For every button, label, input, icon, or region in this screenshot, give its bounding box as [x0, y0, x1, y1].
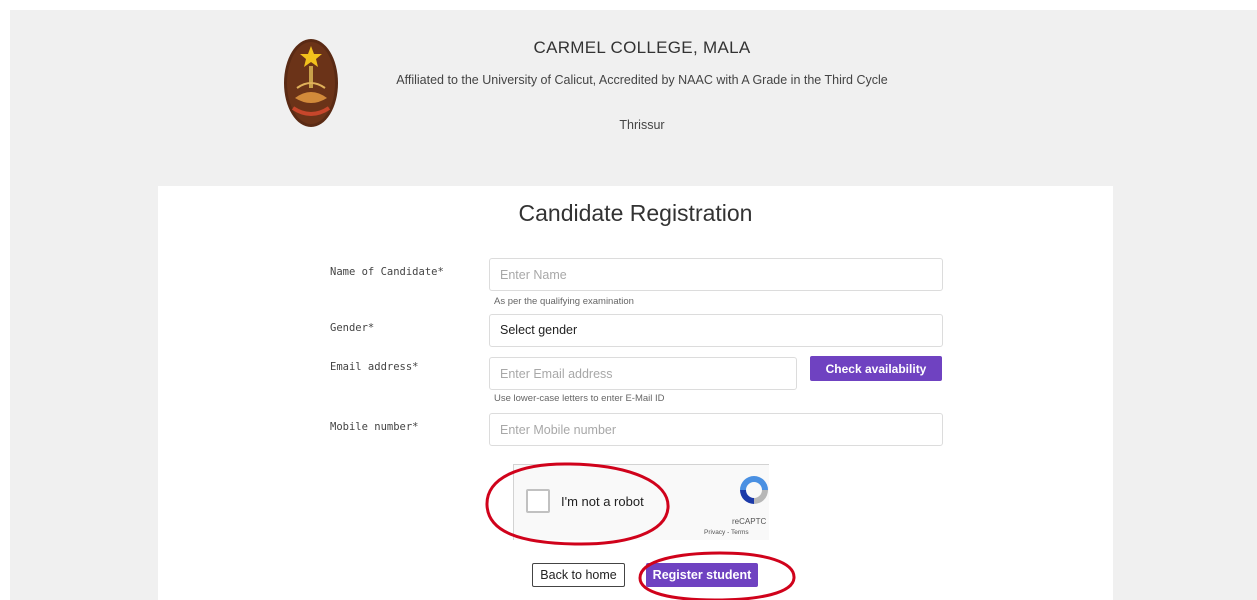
- recaptcha-checkbox[interactable]: [526, 489, 550, 513]
- email-input[interactable]: [489, 357, 797, 390]
- gender-select[interactable]: Select gender: [489, 314, 943, 347]
- recaptcha-logo-icon: [740, 476, 768, 504]
- recaptcha-label: I'm not a robot: [561, 494, 644, 509]
- name-label: Name of Candidate*: [330, 266, 444, 278]
- college-name: CARMEL COLLEGE, MALA: [533, 38, 751, 57]
- college-city: Thrissur: [619, 118, 665, 132]
- register-student-button[interactable]: Register student: [646, 563, 758, 587]
- recaptcha-brand-text: reCAPTC: [732, 517, 767, 526]
- email-help-text: Use lower-case letters to enter E-Mail I…: [494, 393, 665, 404]
- mobile-input[interactable]: [489, 413, 943, 446]
- recaptcha-privacy-terms-link[interactable]: Privacy - Terms: [704, 529, 749, 536]
- college-emblem-icon: [284, 39, 338, 127]
- recaptcha-widget: I'm not a robot reCAPTC Privacy - Terms: [513, 464, 769, 540]
- check-availability-button[interactable]: Check availability: [810, 356, 942, 381]
- mobile-label: Mobile number*: [330, 421, 419, 433]
- gender-selected-value: Select gender: [500, 323, 578, 337]
- college-affiliation: Affiliated to the University of Calicut,…: [396, 73, 888, 87]
- back-to-home-button[interactable]: Back to home: [532, 563, 625, 587]
- name-input[interactable]: [489, 258, 943, 291]
- email-label: Email address*: [330, 361, 419, 373]
- gender-label: Gender*: [330, 322, 375, 334]
- form-title: Candidate Registration: [518, 200, 753, 226]
- name-help-text: As per the qualifying examination: [494, 296, 634, 307]
